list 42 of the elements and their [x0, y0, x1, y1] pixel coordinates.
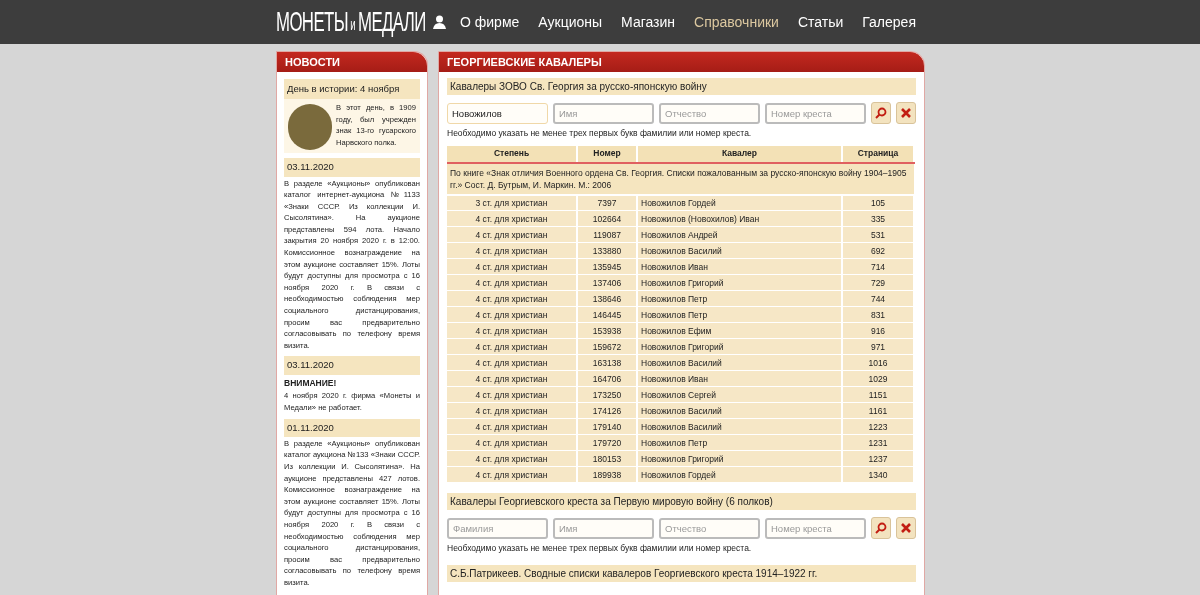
- panel-header: ГЕОРГИЕВСКИЕ КАВАЛЕРЫ: [439, 52, 924, 72]
- column-header: Страница: [842, 145, 914, 163]
- section-title: Кавалеры ЗОВО Св. Георгия за русско-японскую войну: [447, 78, 916, 95]
- search-field[interactable]: Отчество: [659, 102, 760, 124]
- news-date: 01.11.2020: [284, 418, 420, 437]
- site-logo[interactable]: МОНЕТЫи МЕДАЛИ: [276, 7, 426, 37]
- search-field[interactable]: Номер креста: [765, 517, 866, 539]
- history-title: День в истории: 4 ноября: [284, 79, 420, 100]
- news-date: 03.11.2020: [284, 158, 420, 177]
- search-field[interactable]: Отчество: [659, 517, 760, 539]
- nav-link[interactable]: Статьи: [797, 11, 844, 33]
- clear-button[interactable]: [896, 102, 916, 124]
- nav-link[interactable]: Аукционы: [538, 11, 603, 33]
- nav-link[interactable]: О фирме: [460, 11, 520, 33]
- column-header: Кавалер: [637, 145, 842, 163]
- clear-button[interactable]: [896, 517, 916, 540]
- hint-text: Необходимо указать не менее трех первых букв фамилии или номер креста.: [447, 127, 753, 140]
- search-button[interactable]: [871, 517, 891, 540]
- panel-header: НОВОСТИ: [277, 52, 427, 72]
- close-icon: [901, 523, 911, 534]
- column-header: Степень: [447, 145, 577, 163]
- nav-link[interactable]: Галерея: [862, 11, 916, 33]
- badge-photo-placeholder: [288, 104, 332, 151]
- news-date: 03.11.2020: [284, 356, 420, 375]
- search-field[interactable]: Имя: [553, 102, 654, 124]
- section-title: С.Б.Патрикеев. Сводные списки кавалеров Георгиевского креста 1914–1922 гг.: [447, 565, 916, 582]
- column-header: Номер: [577, 145, 637, 163]
- hint-text: Необходимо указать не менее трех первых букв фамилии или номер креста.: [447, 542, 753, 555]
- search-field[interactable]: Имя: [553, 517, 654, 539]
- user-icon[interactable]: [433, 15, 446, 29]
- search-field[interactable]: Новожилов: [447, 102, 548, 124]
- section-title: Кавалеры Георгиевского креста за Первую мировую войну (6 полков): [447, 493, 916, 511]
- nav-link[interactable]: Справочники: [694, 11, 779, 33]
- close-icon: [901, 108, 911, 118]
- news-heading: ВНИМАНИЕ!: [284, 376, 338, 390]
- search-field[interactable]: Фамилия: [447, 517, 548, 539]
- search-icon: [875, 107, 887, 119]
- source-note: По книге «Знак отличия Военного ордена Св. Георгия. Списки пожалованным за русско-японскую войну 1904–1905 гг.» Сост. Д. Бутрым, И. Маркин. М.: 2006: [447, 162, 914, 195]
- nav-link[interactable]: Магазин: [621, 11, 676, 33]
- search-button[interactable]: [871, 102, 891, 124]
- search-icon: [875, 522, 887, 535]
- search-field[interactable]: Номер креста: [765, 102, 866, 124]
